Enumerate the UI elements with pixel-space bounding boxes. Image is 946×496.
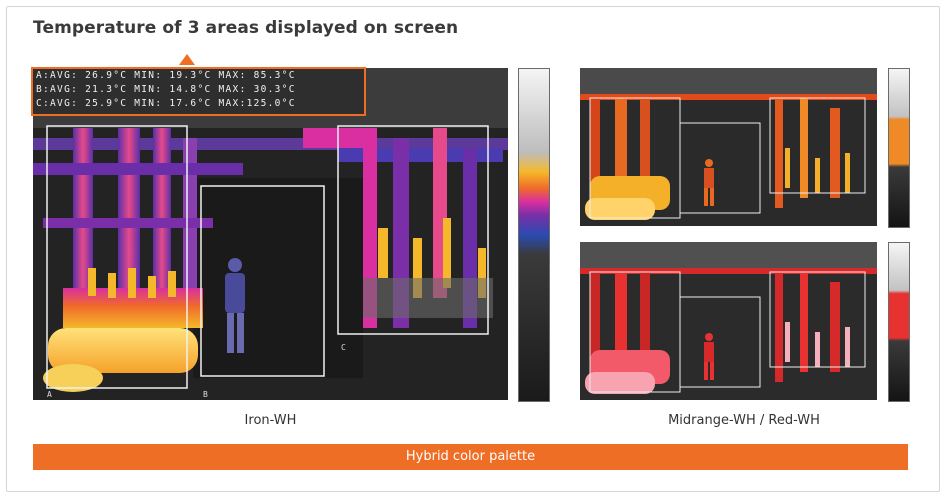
- caption-iron: Iron-WH: [244, 413, 297, 428]
- area-label-c: C: [341, 343, 347, 352]
- reading-area-c: C:AVG: 25.9°C MIN: 17.6°C MAX:125.0°C: [36, 98, 296, 109]
- area-label-a: A: [47, 390, 53, 399]
- callout-pointer: [179, 54, 195, 65]
- thermal-image-red: [580, 242, 877, 400]
- thermal-scene-red: [580, 242, 877, 400]
- color-scale-midrange: [888, 68, 910, 228]
- thermal-image-midrange: [580, 68, 877, 226]
- temperature-readout: A:AVG: 26.9°C MIN: 19.3°C MAX: 85.3°C B:…: [31, 67, 366, 116]
- thermal-scene-midrange: [580, 68, 877, 226]
- color-scale-red: [888, 242, 910, 402]
- area-label-b: B: [203, 390, 209, 399]
- reading-area-a: A:AVG: 26.9°C MIN: 19.3°C MAX: 85.3°C: [36, 70, 296, 81]
- thermal-image-iron: A B C: [33, 68, 508, 400]
- palette-banner: Hybrid color palette: [33, 444, 908, 470]
- figure-title: Temperature of 3 areas displayed on scre…: [33, 18, 459, 38]
- reading-area-b: B:AVG: 21.3°C MIN: 14.8°C MAX: 30.3°C: [36, 84, 296, 95]
- caption-midrange-red: Midrange-WH / Red-WH: [668, 413, 820, 428]
- thermal-scene-iron: [33, 68, 508, 400]
- color-scale-iron: [518, 68, 550, 402]
